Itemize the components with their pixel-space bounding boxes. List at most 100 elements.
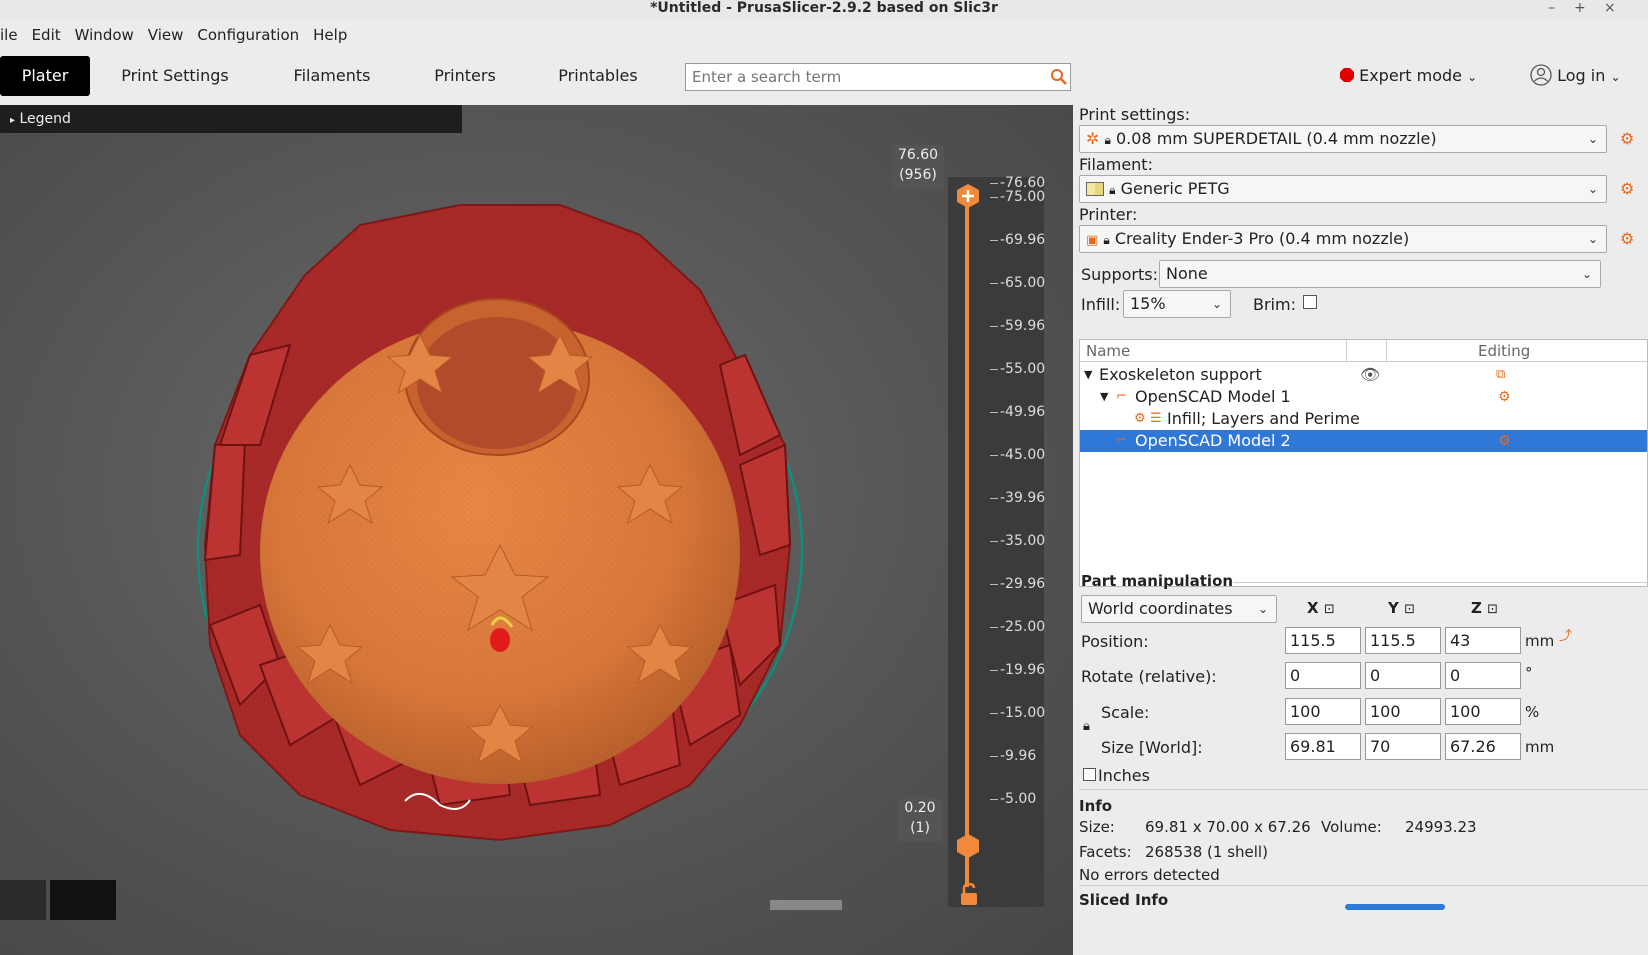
menu-view[interactable]: View xyxy=(141,26,191,44)
brim-label: Brim: xyxy=(1253,295,1296,314)
export-button[interactable] xyxy=(1345,904,1445,910)
tab-printers[interactable]: Printers xyxy=(418,56,512,96)
title-bar: *Untitled - PrusaSlicer-2.9.2 based on S… xyxy=(0,0,1648,20)
tree-row-settings[interactable]: ⚙ ☰ Infill; Layers and Perime xyxy=(1080,408,1647,430)
search-icon[interactable] xyxy=(1050,68,1068,86)
legend-bar[interactable]: ▸ Legend xyxy=(0,105,462,133)
size-z-input[interactable]: 67.26 xyxy=(1445,733,1521,760)
size-y-input[interactable]: 70 xyxy=(1365,733,1441,760)
upper-value: 76.60 xyxy=(897,147,939,163)
gear-icon[interactable]: ⚙ xyxy=(1620,129,1634,148)
upper-thumb-icon[interactable] xyxy=(955,183,981,209)
info-volume-label: Volume: xyxy=(1321,818,1382,836)
rotate-label: Rotate (relative): xyxy=(1081,667,1217,686)
filament-combo[interactable]: 🔒︎ Generic PETG ⌄ xyxy=(1079,175,1607,203)
unlock-icon[interactable] xyxy=(958,883,980,907)
menu-edit[interactable]: Edit xyxy=(25,26,68,44)
login-button[interactable]: Log in ⌄ xyxy=(1530,56,1621,96)
position-y-input[interactable]: 115.5 xyxy=(1365,627,1441,654)
sliced-info-title: Sliced Info xyxy=(1079,891,1169,909)
lock-icon[interactable]: 🔒︎ xyxy=(1083,719,1090,734)
menu-help[interactable]: Help xyxy=(306,26,354,44)
inches-checkbox[interactable] xyxy=(1083,768,1096,781)
scale-y-input[interactable]: 100 xyxy=(1365,698,1441,725)
legend-label: Legend xyxy=(19,111,71,127)
scale-z-input[interactable]: 100 xyxy=(1445,698,1521,725)
mode-selector[interactable]: Expert mode ⌄ xyxy=(1340,56,1477,96)
layer-tick-mark xyxy=(990,282,998,284)
rotate-y-input[interactable]: 0 xyxy=(1365,662,1441,689)
printer-combo[interactable]: ▣ 🔒︎ Creality Ender-3 Pro (0.4 mm nozzle… xyxy=(1079,225,1607,253)
drop-to-axis-icon: ⊡ xyxy=(1323,602,1335,617)
size-label: Size [World]: xyxy=(1101,738,1203,757)
user-icon xyxy=(1530,64,1552,86)
scroll-handle[interactable] xyxy=(770,900,842,910)
tree-row-part-2[interactable]: ⌐ OpenSCAD Model 2 ⚙ xyxy=(1080,430,1647,452)
view-button-1[interactable] xyxy=(0,880,46,920)
menu-window[interactable]: Window xyxy=(68,26,141,44)
chevron-down-icon: ⌄ xyxy=(1257,602,1268,616)
maximize-icon[interactable]: + xyxy=(1574,0,1586,16)
legend-collapse-icon[interactable]: ▸ xyxy=(10,115,15,126)
info-facets-label: Facets: xyxy=(1079,843,1132,861)
gear-icon[interactable]: ⚙ xyxy=(1498,386,1511,408)
3d-viewport[interactable]: ▸ Legend 76.60 (956) 0.20 (1) -76.60 -75… xyxy=(0,105,1073,955)
minimize-icon[interactable]: – xyxy=(1548,0,1555,16)
tab-printables[interactable]: Printables xyxy=(548,56,648,96)
tree-row-object[interactable]: ▼ Exoskeleton support 👁︎ ⧉ xyxy=(1080,364,1647,386)
scale-x-input[interactable]: 100 xyxy=(1285,698,1361,725)
close-icon[interactable]: × xyxy=(1604,0,1616,16)
tab-plater[interactable]: Plater xyxy=(0,56,90,96)
expand-icon[interactable]: ▼ xyxy=(1100,386,1108,408)
expand-icon[interactable]: ▼ xyxy=(1084,364,1092,386)
size-x-input[interactable]: 69.81 xyxy=(1285,733,1361,760)
edit-icon[interactable]: ⧉ xyxy=(1496,364,1505,386)
settings-name: Infill; Layers and Perime xyxy=(1167,409,1360,428)
window-title: *Untitled - PrusaSlicer-2.9.2 based on S… xyxy=(650,0,998,16)
gear-icon[interactable]: ⚙ xyxy=(1620,229,1634,248)
column-name[interactable]: Name xyxy=(1086,342,1130,360)
lower-thumb-icon[interactable] xyxy=(955,833,981,859)
layer-tick-mark xyxy=(990,540,998,542)
layer-tick-label: -59.96 xyxy=(1000,318,1046,335)
layer-tick-label: -69.96 xyxy=(1000,232,1046,249)
reset-position-icon[interactable]: ⤴ xyxy=(1559,625,1572,644)
rotate-z-input[interactable]: 0 xyxy=(1445,662,1521,689)
size-unit: mm xyxy=(1525,738,1555,756)
layer-tick-label: -39.96 xyxy=(1000,490,1046,507)
infill-combo[interactable]: 15% ⌄ xyxy=(1123,290,1231,318)
tree-row-part-1[interactable]: ▼ ⌐ OpenSCAD Model 1 ⚙ xyxy=(1080,386,1647,408)
position-x-input[interactable]: 115.5 xyxy=(1285,627,1361,654)
layer-tick-mark xyxy=(990,626,998,628)
layer-tick-mark xyxy=(990,454,998,456)
axis-y-label: Y ⊡ xyxy=(1388,599,1416,617)
infill-value: 15% xyxy=(1130,294,1166,313)
axis-x-label: X ⊡ xyxy=(1307,599,1335,617)
layer-slider-track[interactable] xyxy=(965,197,969,887)
settings-icon: ✲ xyxy=(1086,129,1100,148)
tab-print-settings[interactable]: Print Settings xyxy=(110,56,240,96)
brim-checkbox[interactable] xyxy=(1303,295,1317,309)
supports-combo[interactable]: None ⌄ xyxy=(1159,260,1601,288)
layer-tick-label: -15.00 xyxy=(1000,704,1046,721)
object-list-header: Name Editing xyxy=(1080,340,1647,362)
position-z-input[interactable]: 43 xyxy=(1445,627,1521,654)
tab-filaments[interactable]: Filaments xyxy=(282,56,382,96)
menu-file[interactable]: ile xyxy=(0,26,25,44)
menu-configuration[interactable]: Configuration xyxy=(190,26,306,44)
scale-label: Scale: xyxy=(1101,703,1150,722)
view-button-2[interactable] xyxy=(50,880,116,920)
print-settings-combo[interactable]: ✲ 🔒︎ 0.08 mm SUPERDETAIL (0.4 mm nozzle)… xyxy=(1079,125,1607,153)
search-input[interactable] xyxy=(685,63,1071,91)
gear-icon[interactable]: ⚙ xyxy=(1620,179,1634,198)
eye-icon[interactable]: 👁︎ xyxy=(1360,364,1380,386)
part-name: OpenSCAD Model 2 xyxy=(1135,431,1291,450)
coordinate-system-combo[interactable]: World coordinates ⌄ xyxy=(1081,595,1277,623)
object-list[interactable]: Name Editing ▼ Exoskeleton support 👁︎ ⧉ … xyxy=(1079,339,1648,587)
rotate-x-input[interactable]: 0 xyxy=(1285,662,1361,689)
gear-icon[interactable]: ⚙ xyxy=(1498,430,1511,452)
mode-indicator-icon xyxy=(1340,68,1354,82)
layer-tick-mark xyxy=(990,670,998,672)
print-settings-value: 0.08 mm SUPERDETAIL (0.4 mm nozzle) xyxy=(1115,129,1437,148)
column-editing[interactable]: Editing xyxy=(1478,342,1530,360)
